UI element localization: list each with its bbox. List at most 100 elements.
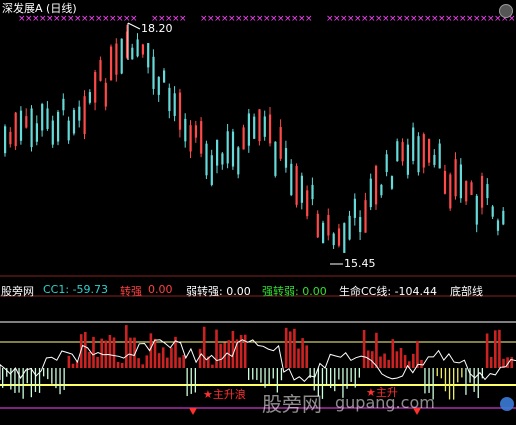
- watermark-logo-icon: [500, 397, 514, 411]
- indicator-lines: [0, 339, 516, 415]
- indicator-bar-red: [202, 326, 206, 368]
- legend-strong-to-weak: 强转弱: 0.00: [262, 285, 327, 298]
- star-label: ★主升浪: [203, 388, 246, 401]
- candle-body: [353, 198, 356, 218]
- candle-body: [4, 126, 7, 154]
- indicator-bar-light: [428, 368, 430, 393]
- indicator-bar-light: [354, 368, 356, 388]
- indicator-bar-light: [30, 368, 32, 398]
- indicator-bar-light: [51, 368, 53, 384]
- indicator-bar-red: [92, 336, 95, 368]
- candle-body: [242, 127, 245, 150]
- indicator-bar-light: [358, 368, 360, 378]
- indicator-bar-light: [346, 368, 348, 389]
- candle-body: [210, 155, 213, 185]
- candle-body: [263, 116, 266, 137]
- candle-body: [475, 195, 478, 225]
- indicator-bar-light: [325, 368, 328, 386]
- candle-body: [322, 222, 325, 244]
- indicator-bar-red: [178, 357, 181, 368]
- marker-x: ×: [130, 14, 138, 24]
- candle-body: [306, 190, 309, 217]
- candle-body: [120, 38, 123, 74]
- candle-body: [470, 182, 473, 195]
- candle-body: [173, 93, 176, 116]
- indicator-bar-red: [489, 356, 493, 368]
- marker-x: ×: [305, 14, 313, 24]
- indicator-bar-red: [498, 329, 501, 368]
- indicator-bar-light: [334, 368, 336, 392]
- candle-body: [390, 176, 394, 189]
- indicator-bar-red: [395, 351, 399, 368]
- candle-body: [465, 181, 468, 202]
- indicator-bar-red: [375, 332, 378, 368]
- candle-body: [396, 141, 399, 162]
- candle-body: [200, 121, 203, 154]
- candle-body: [406, 144, 409, 175]
- indicator-bar-light: [436, 368, 438, 377]
- indicator-bar-light: [55, 368, 57, 389]
- indicator-bar-red: [137, 358, 140, 368]
- candle-body: [157, 76, 160, 95]
- watermark-text: 股旁网: [262, 392, 322, 416]
- indicator-bar-light: [477, 368, 479, 399]
- indicator-bar-red: [129, 337, 132, 368]
- indicator-bar-red: [141, 364, 144, 368]
- candle-body: [141, 44, 144, 55]
- indicator-bar-red: [116, 361, 120, 368]
- indicator-bar-red: [391, 339, 395, 368]
- indicator-bar-light: [43, 368, 45, 377]
- candle-body: [94, 72, 97, 103]
- candle-body: [369, 178, 372, 208]
- candle-body: [311, 184, 314, 200]
- indicator-bar-light: [34, 368, 37, 392]
- legend-weak-to-strong: 弱转强: 0.00: [186, 285, 251, 298]
- candle-body: [295, 166, 298, 205]
- candle-body: [364, 200, 367, 233]
- indicator-bar-red: [485, 333, 489, 368]
- indicator-bar-red: [494, 330, 497, 368]
- candle-body: [184, 118, 187, 142]
- indicator-bar-light: [186, 368, 188, 397]
- indicator-bar-red: [297, 348, 300, 368]
- candle-body: [417, 136, 420, 173]
- candle-body: [337, 228, 341, 246]
- indicator-bar-red: [305, 345, 308, 368]
- candle-body: [343, 223, 346, 253]
- indicator-bar-light: [465, 368, 467, 395]
- legend-site: 股旁网: [1, 285, 34, 298]
- indicator-bar-red: [510, 357, 513, 368]
- indicator-bar-light: [457, 368, 459, 383]
- settings-icon[interactable]: [499, 4, 513, 18]
- chart-canvas: × × × × × × × × × × × × × × × × × × × × × × × × × × × × × × × × × × × × × × × ×…: [0, 14, 516, 415]
- indicator-bar-light: [440, 368, 442, 379]
- legend-turn-strong: 转强: [120, 285, 142, 298]
- candle-body: [438, 143, 441, 169]
- candle-body: [46, 108, 49, 129]
- candle-body: [136, 39, 139, 57]
- indicator-bar-light: [194, 368, 196, 393]
- candle-body: [51, 120, 54, 145]
- price-labels: [127, 22, 343, 265]
- candle-body: [327, 215, 330, 236]
- candle-body: [9, 131, 12, 145]
- candle-body: [99, 60, 102, 81]
- cc1-line: [0, 339, 516, 382]
- indicator-bar-red: [170, 347, 173, 368]
- indicator-bar-red: [403, 355, 407, 368]
- candle-body: [110, 46, 113, 81]
- indicator-bar-light: [350, 368, 352, 382]
- candle-body: [19, 110, 23, 141]
- candle-body: [216, 139, 219, 166]
- indicator-legend: 股旁网 CC1: -59.73 转强 0.00 弱转强: 0.00 强转弱: 0…: [0, 283, 516, 298]
- candle-body: [316, 213, 319, 238]
- candle-body: [57, 111, 60, 142]
- indicator-bar-light: [256, 368, 258, 381]
- indicator-bar-red: [243, 334, 247, 368]
- indicator-bar-light: [47, 368, 49, 380]
- indicator-bar-light: [280, 368, 283, 381]
- candle-body: [194, 125, 197, 138]
- indicator-bar-red: [96, 356, 99, 368]
- indicator-bar-red: [182, 355, 185, 368]
- indicator-bar-red: [293, 328, 296, 368]
